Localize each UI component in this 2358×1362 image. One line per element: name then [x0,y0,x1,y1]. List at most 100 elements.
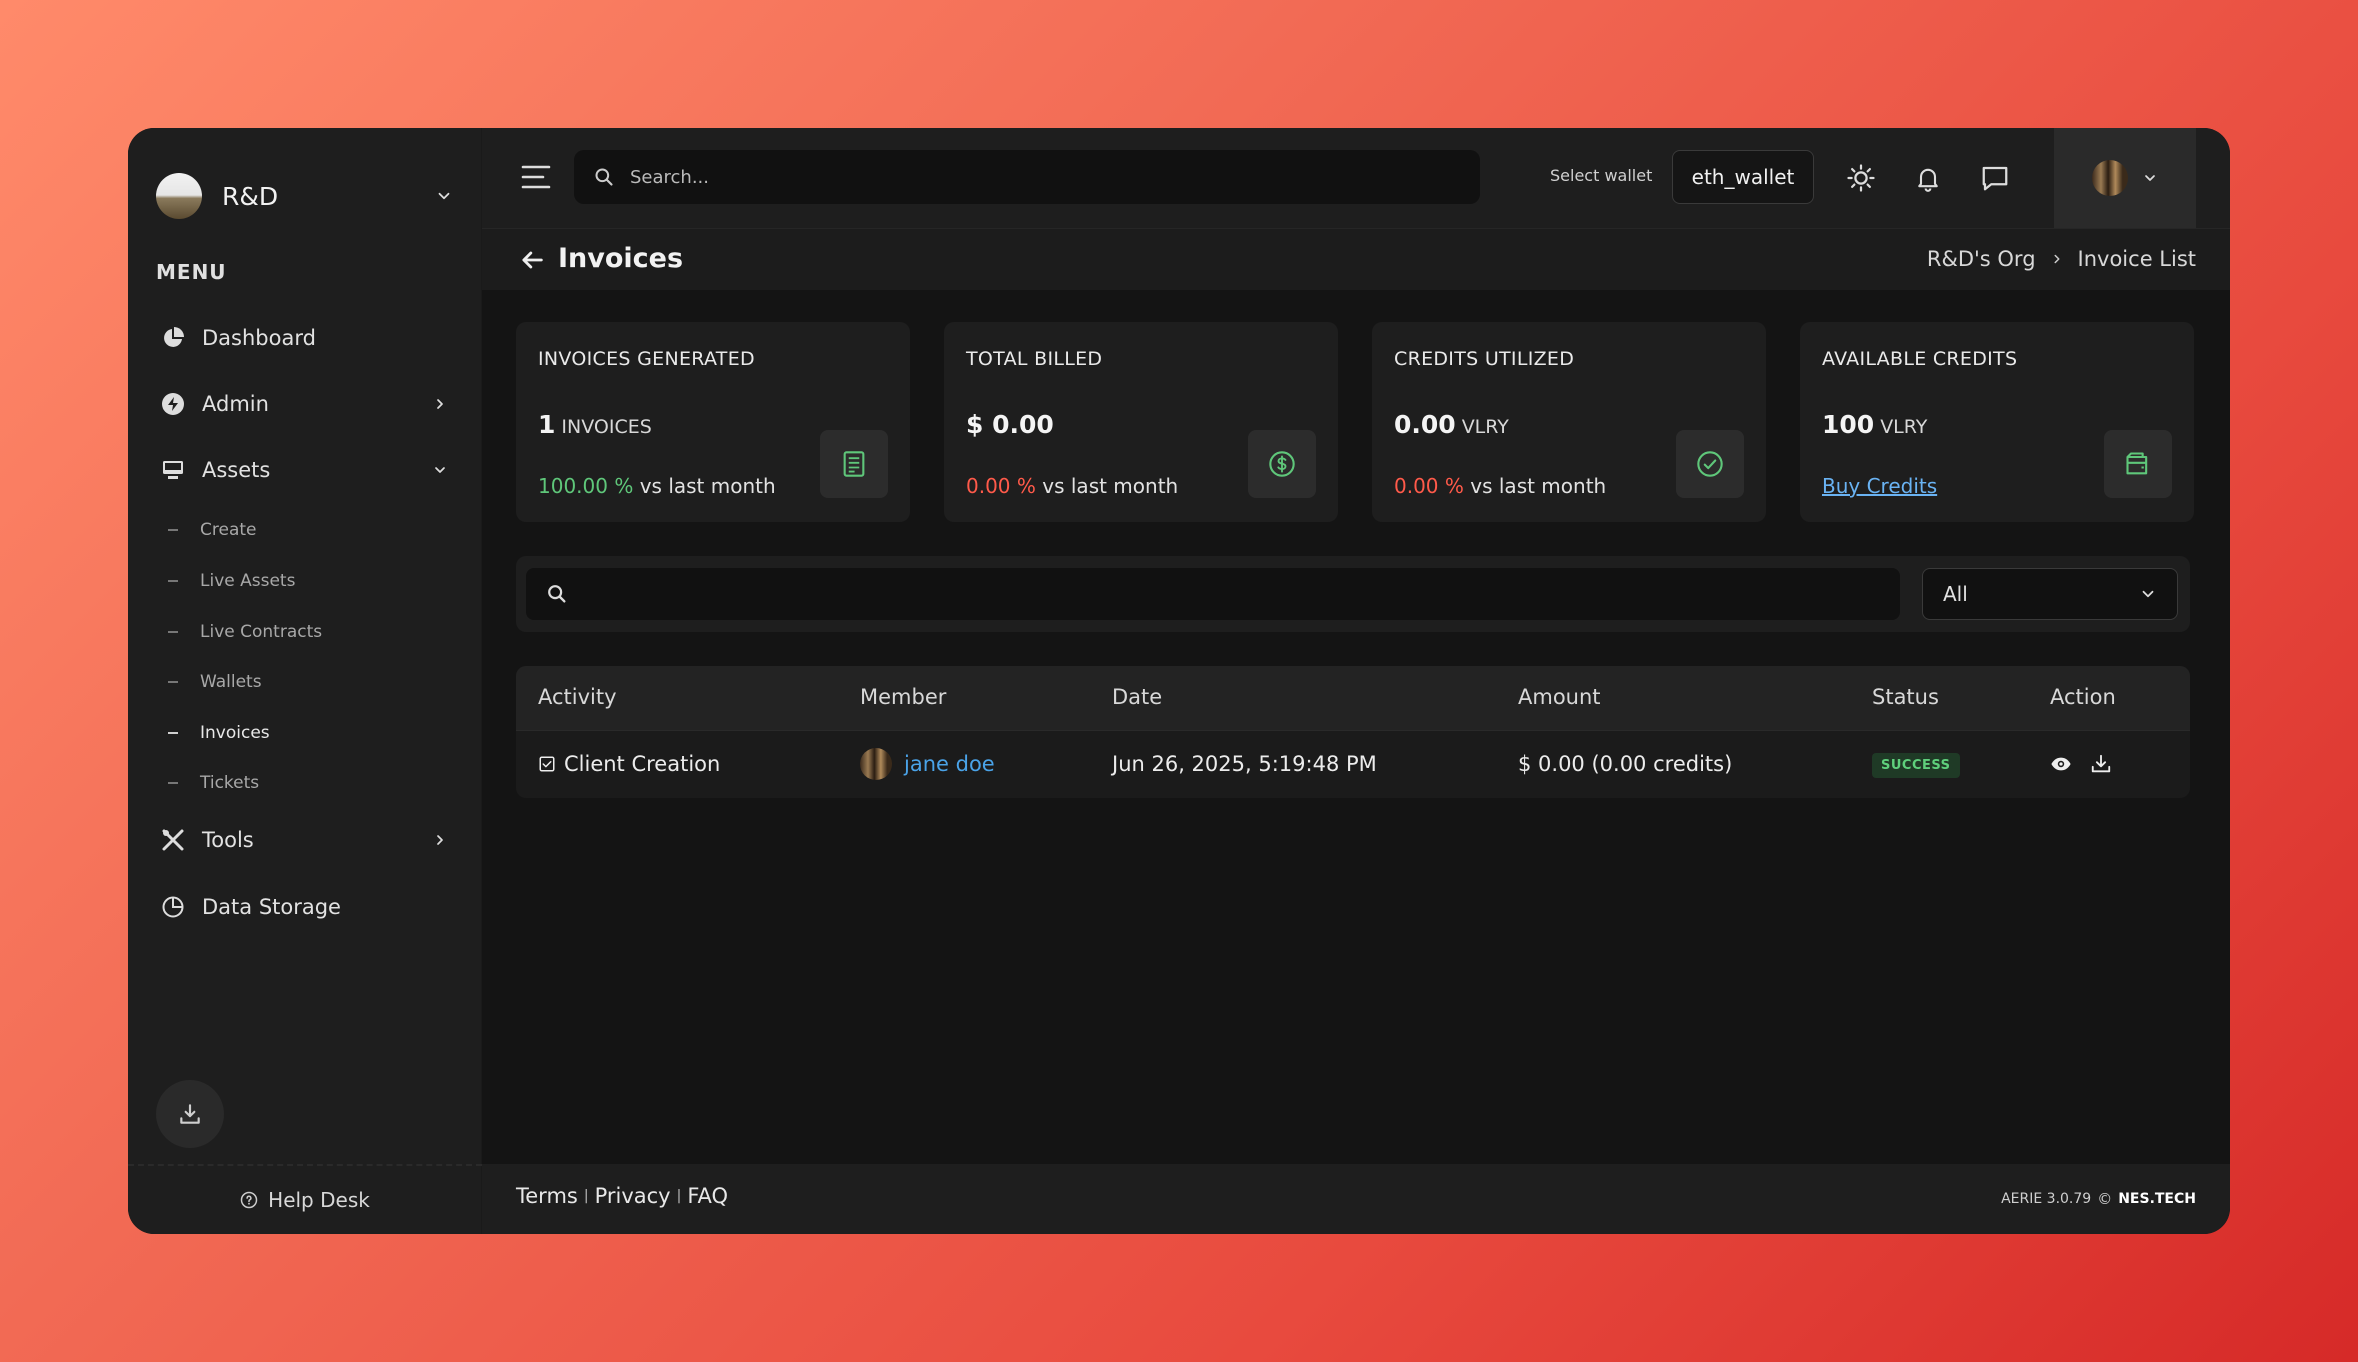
help-circle-icon [240,1191,258,1209]
storage-icon [160,894,186,920]
user-menu[interactable] [2054,128,2196,228]
view-eye-icon[interactable] [2050,753,2072,775]
sidebar-subitem-live-assets[interactable]: Live Assets [168,563,295,599]
hamburger-menu-icon[interactable] [520,162,552,192]
chevron-down-icon [428,458,452,482]
stat-title: INVOICES GENERATED [538,348,755,370]
global-search [574,150,1480,204]
sidebar-item-label: Assets [202,458,271,482]
sidebar: R&D MENU Dashboard Admin Assets Create L… [128,128,482,1234]
status-badge: SUCCESS [1872,753,1960,778]
stat-trend: 100.00 % vs last month [538,474,776,498]
sidebar-item-admin[interactable]: Admin [160,382,452,426]
page-header: Invoices R&D's Org Invoice List [482,228,2230,290]
topbar: Select wallet eth_wallet [482,128,2230,228]
invoice-search-input[interactable] [582,583,1882,605]
faq-link[interactable]: FAQ [687,1184,728,1208]
check-circle-icon [1676,430,1744,498]
help-desk-link[interactable]: Help Desk [128,1164,482,1234]
terms-link[interactable]: Terms [516,1184,578,1208]
member-link[interactable]: jane doe [904,752,995,776]
sidebar-item-assets[interactable]: Assets [160,448,452,492]
app-window: R&D MENU Dashboard Admin Assets Create L… [128,128,2230,1234]
org-avatar [156,173,202,219]
search-icon [594,167,614,187]
dash-marker [168,631,178,633]
table-header: Activity Member Date Amount Status Actio… [516,666,2190,730]
footer-links: Terms | Privacy | FAQ [516,1184,728,1208]
divider: | [583,1188,589,1204]
sidebar-subitem-wallets[interactable]: Wallets [168,664,262,700]
dash-marker [168,732,178,734]
sidebar-subitem-invoices[interactable]: Invoices [168,715,270,751]
cell-amount: $ 0.00 (0.00 credits) [1518,752,1733,776]
dash-marker [168,681,178,683]
column-header-member: Member [860,685,947,709]
messages-icon[interactable] [1979,162,2011,194]
version-text: AERIE 3.0.79 [2001,1191,2092,1207]
activity-text: Client Creation [564,752,721,776]
column-header-date: Date [1112,685,1163,709]
theme-toggle-sun-icon[interactable] [1845,162,1877,194]
cell-activity: Client Creation [538,752,720,776]
monitor-icon [160,457,186,483]
column-header-amount: Amount [1518,685,1601,709]
stat-percent: 0.00 % [1394,474,1464,498]
org-switcher[interactable]: R&D [156,172,456,220]
help-desk-label: Help Desk [268,1188,370,1212]
page-title: Invoices [558,243,684,274]
chevron-down-icon [2139,585,2157,603]
sidebar-subitem-live-contracts[interactable]: Live Contracts [168,614,322,650]
sidebar-subitem-tickets[interactable]: Tickets [168,765,259,801]
sidebar-item-dashboard[interactable]: Dashboard [160,316,452,360]
search-input[interactable] [630,166,1430,188]
wallet-select-button[interactable]: eth_wallet [1672,150,1814,204]
stat-title: CREDITS UTILIZED [1394,348,1575,370]
dash-marker [168,580,178,582]
stat-unit: VLRY [1880,416,1928,438]
sidebar-item-data-storage[interactable]: Data Storage [160,885,452,929]
notification-bell-icon[interactable] [1912,162,1944,194]
stat-value: $ 0.00 [966,410,1054,439]
divider: | [676,1188,682,1204]
cell-action [2050,753,2130,775]
column-header-action: Action [2050,685,2116,709]
footer-copyright: AERIE 3.0.79 © NES.TECH [2001,1190,2196,1208]
dash-marker [168,529,178,531]
sidebar-subitem-create[interactable]: Create [168,512,257,548]
stat-unit: VLRY [1461,416,1509,438]
back-arrow-icon[interactable] [518,246,546,278]
stat-card-total-billed: TOTAL BILLED $ 0.00 0.00 % vs last month [944,322,1338,522]
stat-trend-text: vs last month [1470,474,1607,498]
chevron-right-icon [2050,252,2064,266]
privacy-link[interactable]: Privacy [595,1184,671,1208]
stat-number: 0.00 [1394,410,1456,439]
sidebar-item-label: Dashboard [202,326,316,350]
footer: Terms | Privacy | FAQ AERIE 3.0.79 © NES… [482,1164,2230,1234]
column-header-status: Status [1872,685,1939,709]
stat-trend-text: vs last month [1042,474,1179,498]
main-content: Select wallet eth_wallet Invoices [482,128,2230,1234]
document-list-icon [820,430,888,498]
wallet-icon [2104,430,2172,498]
stat-number: $ 0.00 [966,410,1054,439]
stat-trend: 0.00 % vs last month [966,474,1178,498]
download-icon[interactable] [2090,753,2112,775]
download-button[interactable] [156,1080,224,1148]
status-filter-select[interactable]: All [1922,568,2178,620]
table-row: Client Creation jane doe Jun 26, 2025, 5… [516,730,2190,798]
copyright-symbol: © [2097,1190,2113,1208]
sidebar-item-tools[interactable]: Tools [160,818,452,862]
download-icon [177,1101,203,1127]
buy-credits-link[interactable]: Buy Credits [1822,474,1937,498]
brand-name: NES.TECH [2118,1191,2196,1207]
filter-bar: All [516,556,2190,632]
org-name: R&D [222,181,279,211]
stat-percent: 100.00 % [538,474,634,498]
chevron-right-icon [428,828,452,852]
stat-card-invoices-generated: INVOICES GENERATED 1 INVOICES 100.00 % vs… [516,322,910,522]
breadcrumb-item-org[interactable]: R&D's Org [1927,247,2036,271]
stat-number: 100 [1822,410,1875,439]
stat-percent: 0.00 % [966,474,1036,498]
breadcrumb-item-current: Invoice List [2077,247,2196,271]
